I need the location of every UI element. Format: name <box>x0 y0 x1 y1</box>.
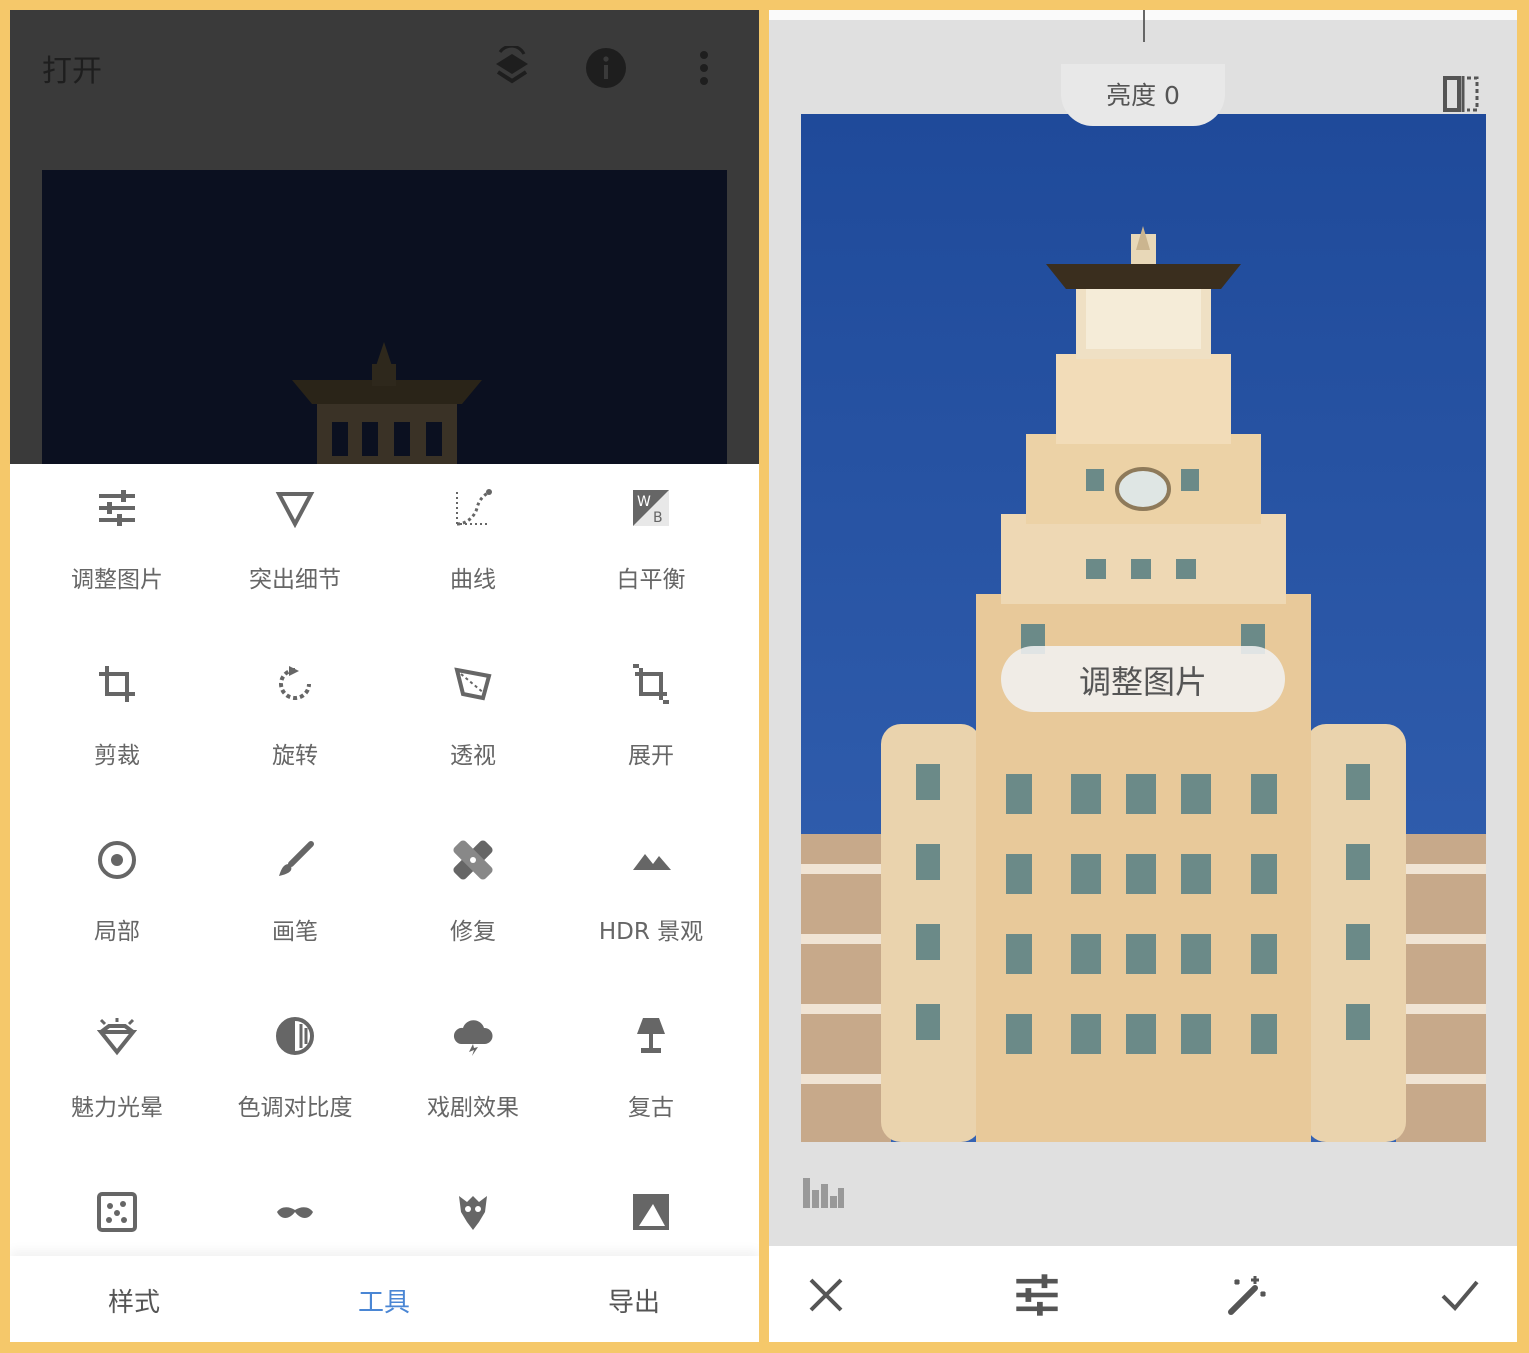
tool-name-label: 调整图片 <box>1078 663 1207 701</box>
tool-label: 突出细节 <box>249 567 341 593</box>
tools-screen: 打开 调整图片 突出细节 曲线 W B 白平衡 剪裁 旋转 透视 展开 局部 画… <box>10 10 759 1342</box>
svg-text:W: W <box>637 494 651 510</box>
slider-center-tick <box>1143 10 1145 42</box>
glamour-glow-icon <box>96 1016 138 1056</box>
tool-label: 白平衡 <box>616 567 686 593</box>
apply-check-icon[interactable] <box>1437 1272 1483 1318</box>
tool-curves[interactable]: 曲线 <box>384 464 562 634</box>
tune-icon[interactable] <box>1014 1272 1060 1318</box>
mustache-icon <box>275 1192 315 1232</box>
selective-icon <box>97 840 137 880</box>
tab-export[interactable]: 导出 <box>534 1282 734 1319</box>
tab-styles[interactable]: 样式 <box>34 1282 234 1319</box>
perspective-icon <box>453 664 493 704</box>
rotate-icon <box>275 664 315 704</box>
tool-brush[interactable]: 画笔 <box>206 816 384 986</box>
tool-label: 调整图片 <box>71 567 163 593</box>
white-balance-icon: W B <box>631 488 671 528</box>
tool-hdr-landscape[interactable]: HDR 景观 <box>562 816 740 986</box>
open-button[interactable]: 打开 <box>42 46 102 90</box>
curves-icon <box>453 488 493 528</box>
healing-icon <box>453 840 493 880</box>
tab-tools[interactable]: 工具 <box>284 1282 484 1319</box>
tools-grid: 调整图片 突出细节 曲线 W B 白平衡 剪裁 旋转 透视 展开 局部 画笔 修… <box>10 464 759 1256</box>
tool-label: 曲线 <box>450 567 496 593</box>
tool-selective[interactable]: 局部 <box>28 816 206 986</box>
tool-expand[interactable]: 展开 <box>562 640 740 810</box>
tool-crop[interactable]: 剪裁 <box>28 640 206 810</box>
tonal-contrast-icon <box>275 1016 315 1056</box>
tool-label: 局部 <box>94 919 140 945</box>
edit-action-bar <box>769 1246 1517 1342</box>
tool-vintage[interactable]: 复古 <box>562 992 740 1162</box>
editor-header-dimmed: 打开 <box>10 10 759 464</box>
tool-perspective[interactable]: 透视 <box>384 640 562 810</box>
tool-label: 修复 <box>450 919 496 945</box>
tool-label: 旋转 <box>272 743 318 769</box>
hdr-landscape-icon <box>631 840 671 880</box>
expand-icon <box>631 664 671 704</box>
svg-text:B: B <box>653 510 663 526</box>
tool-details[interactable]: 突出细节 <box>206 464 384 634</box>
tool-label: 复古 <box>628 1095 674 1121</box>
tool-drama[interactable]: 戏剧效果 <box>384 992 562 1162</box>
tune-icon <box>97 488 137 528</box>
brightness-value-label: 亮度 0 <box>1106 81 1180 110</box>
drama-icon <box>453 1016 493 1056</box>
tool-label: HDR 景观 <box>598 919 704 945</box>
grainy-film-icon <box>97 1192 137 1232</box>
compare-icon[interactable] <box>1441 74 1481 114</box>
tool-label: 魅力光晕 <box>71 1095 163 1121</box>
tool-white-balance[interactable]: W B 白平衡 <box>562 464 740 634</box>
more-vert-icon[interactable] <box>682 46 726 90</box>
tool-label: 剪裁 <box>94 743 140 769</box>
cancel-icon[interactable] <box>803 1272 849 1318</box>
tool-healing[interactable]: 修复 <box>384 816 562 986</box>
tool-tonal-contrast[interactable]: 色调对比度 <box>206 992 384 1162</box>
tool-label: 展开 <box>628 743 674 769</box>
vintage-lamp-icon <box>631 1016 671 1056</box>
grunge-icon <box>453 1192 493 1232</box>
histogram-icon[interactable] <box>801 1174 845 1210</box>
black-white-icon <box>631 1192 671 1232</box>
tool-rotate[interactable]: 旋转 <box>206 640 384 810</box>
layers-undo-icon[interactable] <box>490 44 534 90</box>
tool-label: 透视 <box>450 743 496 769</box>
auto-magic-icon[interactable] <box>1225 1272 1271 1318</box>
tool-label: 戏剧效果 <box>427 1095 519 1121</box>
details-triangle-icon <box>275 488 315 529</box>
info-icon[interactable] <box>584 46 628 90</box>
photo-preview[interactable] <box>801 114 1486 1142</box>
tool-glamour-glow[interactable]: 魅力光晕 <box>28 992 206 1162</box>
image-preview-dimmed <box>42 170 727 464</box>
tool-label: 画笔 <box>272 919 318 945</box>
tune-image-screen: 亮度 0 调整图片 <box>769 10 1517 1342</box>
brush-icon <box>275 840 315 880</box>
tool-label: 色调对比度 <box>237 1095 353 1121</box>
tool-tune-image[interactable]: 调整图片 <box>28 464 206 634</box>
crop-icon <box>97 664 137 704</box>
bottom-nav: 样式 工具 导出 <box>10 1256 759 1342</box>
